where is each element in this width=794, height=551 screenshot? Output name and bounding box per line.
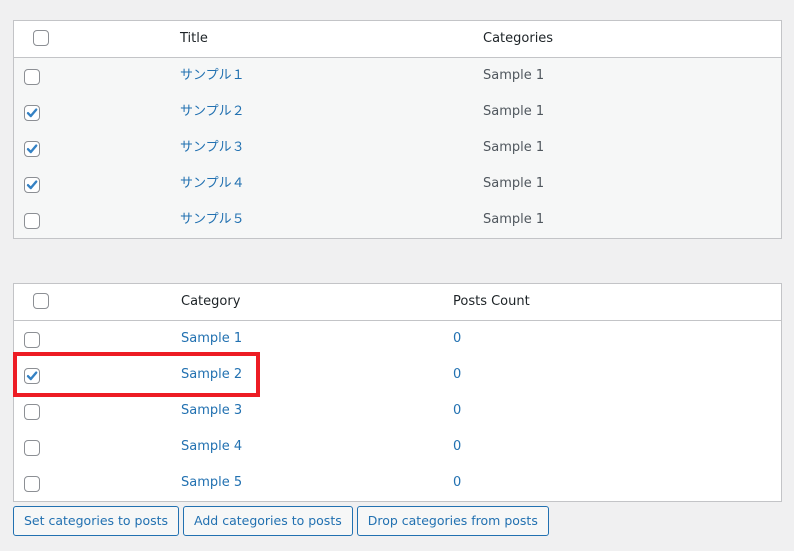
category-checkbox[interactable] [24, 404, 40, 420]
post-checkbox[interactable] [24, 213, 40, 229]
category-checkbox[interactable] [24, 476, 40, 492]
category-link[interactable]: Sample 2 [181, 357, 242, 393]
posts-count-link[interactable]: 0 [453, 357, 461, 393]
posts-table-header: Title Categories [14, 21, 781, 58]
table-row: Sample 3 0 [14, 393, 781, 429]
checkmark-icon [26, 144, 38, 154]
post-categories: Sample 1 [483, 140, 545, 155]
drop-categories-button[interactable]: Drop categories from posts [356, 506, 549, 536]
category-link[interactable]: Sample 1 [181, 321, 242, 357]
post-checkbox[interactable] [24, 69, 40, 85]
set-categories-button[interactable]: Set categories to posts [13, 506, 180, 536]
posts-count-link[interactable]: 0 [453, 429, 461, 465]
table-row: Sample 2 0 [14, 357, 781, 393]
table-row: サンプル１ Sample 1 [14, 58, 781, 94]
table-row: サンプル４ Sample 1 [14, 166, 781, 202]
bulk-actions: Set categories to posts Add categories t… [13, 506, 549, 536]
post-checkbox[interactable] [24, 141, 40, 157]
table-row: Sample 5 0 [14, 465, 781, 501]
categories-table: Category Posts Count Sample 1 0 Sample 2… [13, 283, 782, 502]
post-categories: Sample 1 [483, 212, 545, 227]
post-checkbox[interactable] [24, 177, 40, 193]
post-title-link[interactable]: サンプル４ [180, 166, 245, 202]
post-title-link[interactable]: サンプル２ [180, 94, 245, 130]
posts-table: Title Categories サンプル１ Sample 1 サンプル２ Sa… [13, 20, 782, 239]
posts-count-link[interactable]: 0 [453, 465, 461, 501]
checkmark-icon [26, 180, 38, 190]
post-categories: Sample 1 [483, 68, 545, 83]
category-link[interactable]: Sample 4 [181, 429, 242, 465]
category-checkbox[interactable] [24, 440, 40, 456]
select-all-categories-checkbox[interactable] [33, 293, 49, 309]
column-header-categories: Categories [483, 31, 554, 46]
add-categories-button[interactable]: Add categories to posts [183, 506, 353, 536]
column-header-posts-count: Posts Count [453, 294, 530, 309]
column-header-category[interactable]: Category [181, 284, 240, 320]
category-link[interactable]: Sample 3 [181, 393, 242, 429]
category-link[interactable]: Sample 5 [181, 465, 242, 501]
post-title-link[interactable]: サンプル３ [180, 130, 245, 166]
posts-count-link[interactable]: 0 [453, 321, 461, 357]
category-checkbox[interactable] [24, 332, 40, 348]
column-header-title[interactable]: Title [180, 21, 208, 57]
checkmark-icon [26, 371, 38, 381]
post-checkbox[interactable] [24, 105, 40, 121]
checkmark-icon [26, 108, 38, 118]
post-categories: Sample 1 [483, 176, 545, 191]
post-title-link[interactable]: サンプル５ [180, 202, 245, 238]
table-row: サンプル２ Sample 1 [14, 94, 781, 130]
category-checkbox[interactable] [24, 368, 40, 384]
table-row: Sample 4 0 [14, 429, 781, 465]
table-row: Sample 1 0 [14, 321, 781, 357]
posts-count-link[interactable]: 0 [453, 393, 461, 429]
select-all-posts-checkbox[interactable] [33, 30, 49, 46]
table-row: サンプル３ Sample 1 [14, 130, 781, 166]
categories-table-header: Category Posts Count [14, 284, 781, 321]
post-categories: Sample 1 [483, 104, 545, 119]
post-title-link[interactable]: サンプル１ [180, 58, 245, 94]
table-row: サンプル５ Sample 1 [14, 202, 781, 238]
